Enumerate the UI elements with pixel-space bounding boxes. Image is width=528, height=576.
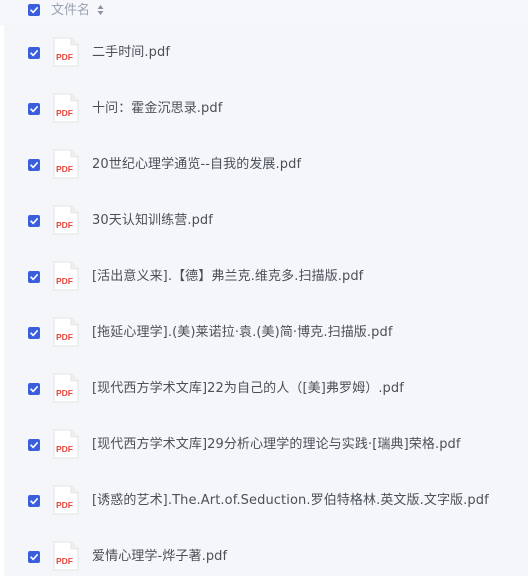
file-checkbox[interactable] <box>28 439 40 451</box>
file-row[interactable]: PDF [拖延心理学].(美)莱诺拉·袁.(美)简·博克.扫描版.pdf <box>4 305 528 361</box>
check-icon <box>30 50 38 57</box>
pdf-file-icon: PDF <box>53 93 79 123</box>
svg-text:PDF: PDF <box>56 164 73 174</box>
file-name[interactable]: 二手时间.pdf <box>92 44 170 62</box>
pdf-file-icon: PDF <box>53 373 79 403</box>
file-name[interactable]: 20世纪心理学通览--自我的发展.pdf <box>92 156 301 174</box>
file-checkbox[interactable] <box>28 103 40 115</box>
file-checkbox[interactable] <box>28 551 40 563</box>
file-list-panel: 文件名 PDF 二手时间.pdf PDF 十问：霍金沉思录.pdf PDF 20… <box>0 0 528 576</box>
svg-text:PDF: PDF <box>56 556 73 566</box>
check-icon <box>30 442 38 449</box>
file-row[interactable]: PDF [诱惑的艺术].The.Art.of.Seduction.罗伯特格林.英… <box>4 473 528 529</box>
svg-text:PDF: PDF <box>56 108 73 118</box>
svg-text:PDF: PDF <box>56 444 73 454</box>
file-row[interactable]: PDF [现代西方学术文库]29分析心理学的理论与实践·[瑞典]荣格.pdf <box>4 417 528 473</box>
file-list-header: 文件名 <box>0 0 528 25</box>
svg-text:PDF: PDF <box>56 332 73 342</box>
file-row[interactable]: PDF [活出意义来].【德】弗兰克.维克多.扫描版.pdf <box>4 249 528 305</box>
pdf-file-icon: PDF <box>53 205 79 235</box>
file-checkbox[interactable] <box>28 327 40 339</box>
sort-icon[interactable] <box>97 4 104 16</box>
column-header-filename[interactable]: 文件名 <box>51 2 90 19</box>
file-list: PDF 二手时间.pdf PDF 十问：霍金沉思录.pdf PDF 20世纪心理… <box>4 25 528 576</box>
file-row[interactable]: PDF [现代西方学术文库]22为自己的人（[美]弗罗姆）.pdf <box>4 361 528 417</box>
pdf-file-icon: PDF <box>53 149 79 179</box>
svg-text:PDF: PDF <box>56 500 73 510</box>
file-checkbox[interactable] <box>28 383 40 395</box>
file-name[interactable]: 爱情心理学-烨子著.pdf <box>92 548 227 566</box>
check-icon <box>30 7 38 14</box>
check-icon <box>30 330 38 337</box>
file-name[interactable]: [现代西方学术文库]22为自己的人（[美]弗罗姆）.pdf <box>92 380 404 398</box>
pdf-file-icon: PDF <box>53 261 79 291</box>
check-icon <box>30 386 38 393</box>
check-icon <box>30 554 38 561</box>
pdf-file-icon: PDF <box>53 485 79 515</box>
file-checkbox[interactable] <box>28 47 40 59</box>
check-icon <box>30 218 38 225</box>
file-name[interactable]: [拖延心理学].(美)莱诺拉·袁.(美)简·博克.扫描版.pdf <box>92 324 393 342</box>
file-checkbox[interactable] <box>28 271 40 283</box>
select-all-checkbox[interactable] <box>28 4 40 16</box>
file-name[interactable]: [活出意义来].【德】弗兰克.维克多.扫描版.pdf <box>92 268 363 286</box>
check-icon <box>30 274 38 281</box>
check-icon <box>30 498 38 505</box>
svg-text:PDF: PDF <box>56 220 73 230</box>
file-name[interactable]: 十问：霍金沉思录.pdf <box>92 100 222 118</box>
file-name[interactable]: [现代西方学术文库]29分析心理学的理论与实践·[瑞典]荣格.pdf <box>92 436 461 454</box>
file-row[interactable]: PDF 二手时间.pdf <box>4 25 528 81</box>
svg-text:PDF: PDF <box>56 388 73 398</box>
pdf-file-icon: PDF <box>53 317 79 347</box>
file-row[interactable]: PDF 爱情心理学-烨子著.pdf <box>4 529 528 576</box>
file-checkbox[interactable] <box>28 215 40 227</box>
check-icon <box>30 106 38 113</box>
pdf-file-icon: PDF <box>53 429 79 459</box>
file-checkbox[interactable] <box>28 495 40 507</box>
file-name[interactable]: 30天认知训练营.pdf <box>92 212 213 230</box>
file-name[interactable]: [诱惑的艺术].The.Art.of.Seduction.罗伯特格林.英文版.文… <box>92 492 489 510</box>
file-row[interactable]: PDF 20世纪心理学通览--自我的发展.pdf <box>4 137 528 193</box>
file-row[interactable]: PDF 30天认知训练营.pdf <box>4 193 528 249</box>
check-icon <box>30 162 38 169</box>
file-checkbox[interactable] <box>28 159 40 171</box>
pdf-file-icon: PDF <box>53 541 79 571</box>
svg-text:PDF: PDF <box>56 52 73 62</box>
svg-text:PDF: PDF <box>56 276 73 286</box>
file-row[interactable]: PDF 十问：霍金沉思录.pdf <box>4 81 528 137</box>
pdf-file-icon: PDF <box>53 37 79 67</box>
